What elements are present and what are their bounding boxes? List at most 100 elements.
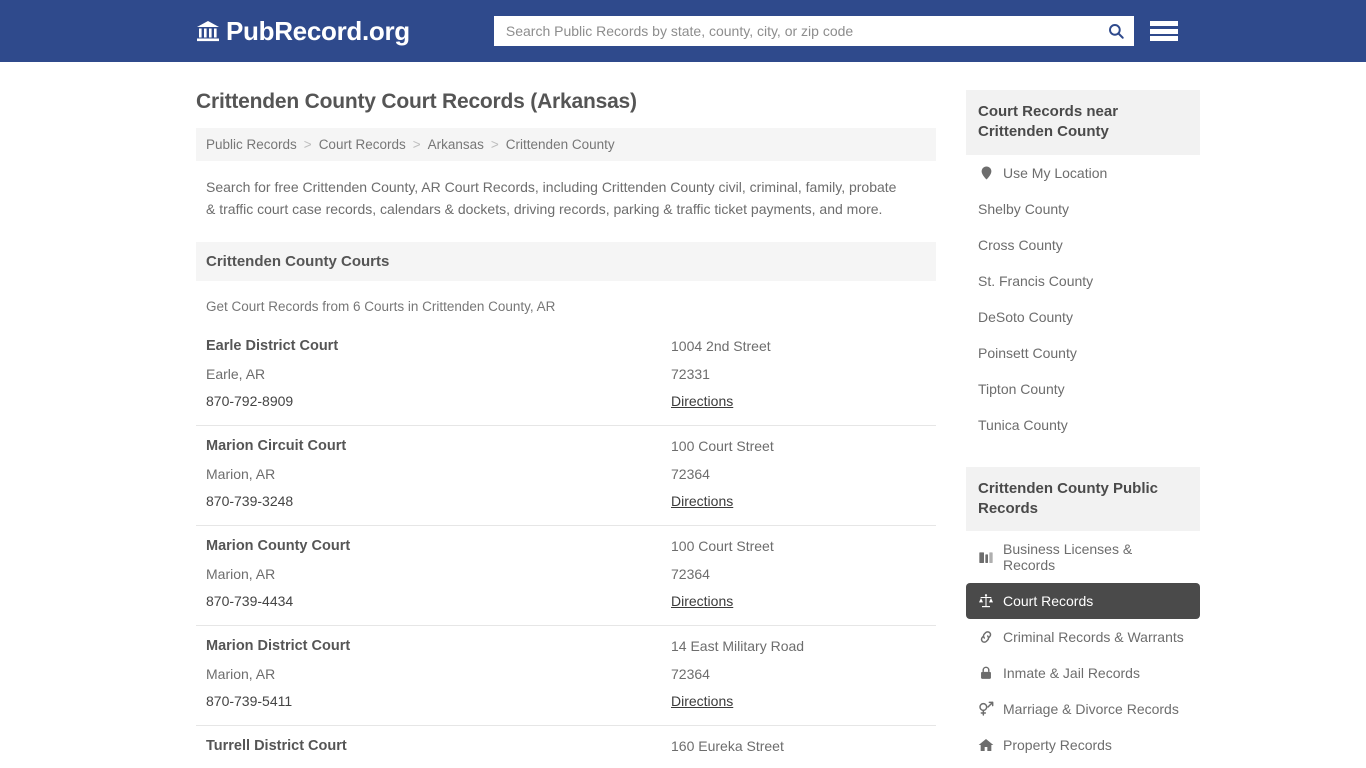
court-name: Earle District Court <box>206 338 339 355</box>
bank-building-icon <box>196 19 220 43</box>
hamburger-bar <box>1149 36 1178 41</box>
search-icon <box>1108 24 1124 39</box>
court-street: 160 Eureka Street <box>671 738 784 755</box>
court-name: Marion Circuit Court <box>206 438 347 455</box>
courts-section-subtitle: Get Court Records from 6 Courts in Critt… <box>206 299 556 315</box>
court-zip: 72331 <box>671 366 710 383</box>
court-street: 100 Court Street <box>671 438 774 455</box>
sidebar-item-use-my-location[interactable]: Use My Location <box>966 155 1200 191</box>
court-info: Marion County Court Marion, AR 870-739-443… <box>206 538 671 611</box>
page-title: Crittenden County Court Records (Arkansa… <box>196 90 637 113</box>
breadcrumb-separator: > <box>412 137 421 152</box>
sidebar-item-st-francis-county[interactable]: St. Francis County <box>966 263 1200 299</box>
sidebar-item-poinsett-county[interactable]: Poinsett County <box>966 335 1200 371</box>
search-button[interactable] <box>1104 19 1128 43</box>
court-info: Marion District Court Marion, AR 870-739-5… <box>206 638 671 711</box>
venus-mars-icon <box>978 701 994 717</box>
handcuffs-icon <box>978 629 994 645</box>
court-phone[interactable]: 870-739-4434 <box>206 593 671 609</box>
sidebar-nearby-list: Use My Location Shelby County Cross County… <box>966 155 1200 443</box>
breadcrumb-item[interactable]: Public Records <box>206 137 297 152</box>
sidebar-item-inmate-jail-records[interactable]: Inmate & Jail Records <box>966 655 1200 691</box>
site-header: PubRecord.org <box>0 0 1366 62</box>
briefcase-icon <box>978 549 994 565</box>
court-zip: 72364 <box>671 466 710 483</box>
sidebar-item-label: Inmate & Jail Records <box>1003 665 1140 681</box>
sidebar-item-marriage-divorce-records[interactable]: Marriage & Divorce Records <box>966 691 1200 727</box>
court-city: Earle, AR <box>206 366 266 383</box>
page-description: Search for free Crittenden County, AR Co… <box>206 179 897 217</box>
map-pin-icon <box>978 165 994 181</box>
court-phone[interactable]: 870-792-8909 <box>206 393 671 409</box>
court-street: 100 Court Street <box>671 538 774 555</box>
sidebar-item-cross-county[interactable]: Cross County <box>966 227 1200 263</box>
court-row: Earle District Court Earle, AR 870-792-890… <box>196 326 936 427</box>
sidebar-item-property-records[interactable]: Property Records <box>966 727 1200 763</box>
court-phone[interactable]: 870-739-3248 <box>206 493 671 509</box>
sidebar-item-label: Tipton County <box>978 380 1065 397</box>
courts-section-header: Crittenden County Courts <box>196 242 936 282</box>
directions-link[interactable]: Directions <box>671 693 733 709</box>
sidebar-item-label: Criminal Records & Warrants <box>1003 629 1184 645</box>
sidebar-item-desoto-county[interactable]: DeSoto County <box>966 299 1200 335</box>
hamburger-bar <box>1149 21 1178 26</box>
court-address: 1004 2nd Street 72331 Directions <box>671 338 926 411</box>
sidebar-item-criminal-records-warrants[interactable]: Criminal Records & Warrants <box>966 619 1200 655</box>
sidebar-item-label: Tunica County <box>978 416 1068 433</box>
court-phone[interactable]: 870-739-5411 <box>206 693 671 709</box>
court-list: Earle District Court Earle, AR 870-792-890… <box>196 326 936 768</box>
directions-link[interactable]: Directions <box>671 593 733 609</box>
sidebar-item-tunica-county[interactable]: Tunica County <box>966 407 1200 443</box>
court-row: Turrell District CourtTurrell, AR870-343… <box>196 726 936 768</box>
sidebar-item-label: Marriage & Divorce Records <box>1003 701 1179 717</box>
court-address: 14 East Military Road 72364 Directions <box>671 638 926 711</box>
court-address: 100 Court Street 72364 Directions <box>671 438 926 511</box>
court-address: 160 Eureka Street72384Directions <box>671 738 926 768</box>
lock-icon <box>978 665 994 681</box>
court-zip: 72364 <box>671 666 710 683</box>
sidebar-item-label: Property Records <box>1003 737 1112 753</box>
hamburger-menu-icon[interactable] <box>1149 18 1178 44</box>
court-name: Turrell District Court <box>206 738 347 755</box>
sidebar-item-court-records[interactable]: Court Records <box>966 583 1200 619</box>
court-city: Marion, AR <box>206 666 276 683</box>
directions-link[interactable]: Directions <box>671 493 733 509</box>
logo-text: PubRecord.org <box>226 16 410 46</box>
directions-link[interactable]: Directions <box>671 393 733 409</box>
sidebar-item-business-licenses-records[interactable]: Business Licenses & Records <box>966 531 1200 583</box>
sidebar-item-label: DeSoto County <box>978 308 1073 325</box>
sidebar-item-label: St. Francis County <box>978 272 1094 289</box>
sidebar-item-label: Poinsett County <box>978 344 1077 361</box>
search-bar <box>493 16 1134 46</box>
search-input[interactable] <box>493 16 1134 46</box>
breadcrumb-item[interactable]: Arkansas <box>428 137 484 152</box>
sidebar-item-label: Shelby County <box>978 200 1070 217</box>
court-info: Marion Circuit Court Marion, AR 870-739-32… <box>206 438 671 511</box>
breadcrumb-separator: > <box>490 137 499 152</box>
hamburger-bar <box>1149 28 1178 34</box>
court-address: 100 Court Street 72364 Directions <box>671 538 926 611</box>
sidebar-nearby-header: Court Records near Crittenden County <box>966 90 1200 155</box>
house-icon <box>978 737 994 753</box>
site-logo[interactable]: PubRecord.org <box>196 18 410 44</box>
breadcrumb-item[interactable]: Court Records <box>319 137 406 152</box>
sidebar-item-tipton-county[interactable]: Tipton County <box>966 371 1200 407</box>
court-info: Earle District Court Earle, AR 870-792-890… <box>206 338 671 411</box>
sidebar-item-label: Business Licenses & Records <box>1003 541 1133 573</box>
court-name: Marion County Court <box>206 538 351 555</box>
court-city: Marion, AR <box>206 566 276 583</box>
sidebar: Court Records near Crittenden County Use… <box>966 62 1200 768</box>
breadcrumb-separator: > <box>303 137 312 152</box>
main-content: Crittenden County Court Records (Arkansa… <box>196 62 936 768</box>
court-row: Marion County Court Marion, AR 870-739-443… <box>196 526 936 627</box>
court-row: Marion Circuit Court Marion, AR 870-739-32… <box>196 426 936 527</box>
sidebar-records-list: Business Licenses & Records Court Records… <box>966 531 1200 763</box>
breadcrumb-item[interactable]: Crittenden County <box>506 137 615 152</box>
court-city: Marion, AR <box>206 466 276 483</box>
breadcrumb: Public Records > Court Records > Arkansas > Cr… <box>196 128 936 161</box>
sidebar-item-label: Use My Location <box>1003 164 1108 181</box>
sidebar-item-shelby-county[interactable]: Shelby County <box>966 191 1200 227</box>
balance-scale-icon <box>978 593 994 609</box>
sidebar-records-header: Crittenden County Public Records <box>966 466 1200 531</box>
sidebar-item-label: Cross County <box>978 236 1063 253</box>
